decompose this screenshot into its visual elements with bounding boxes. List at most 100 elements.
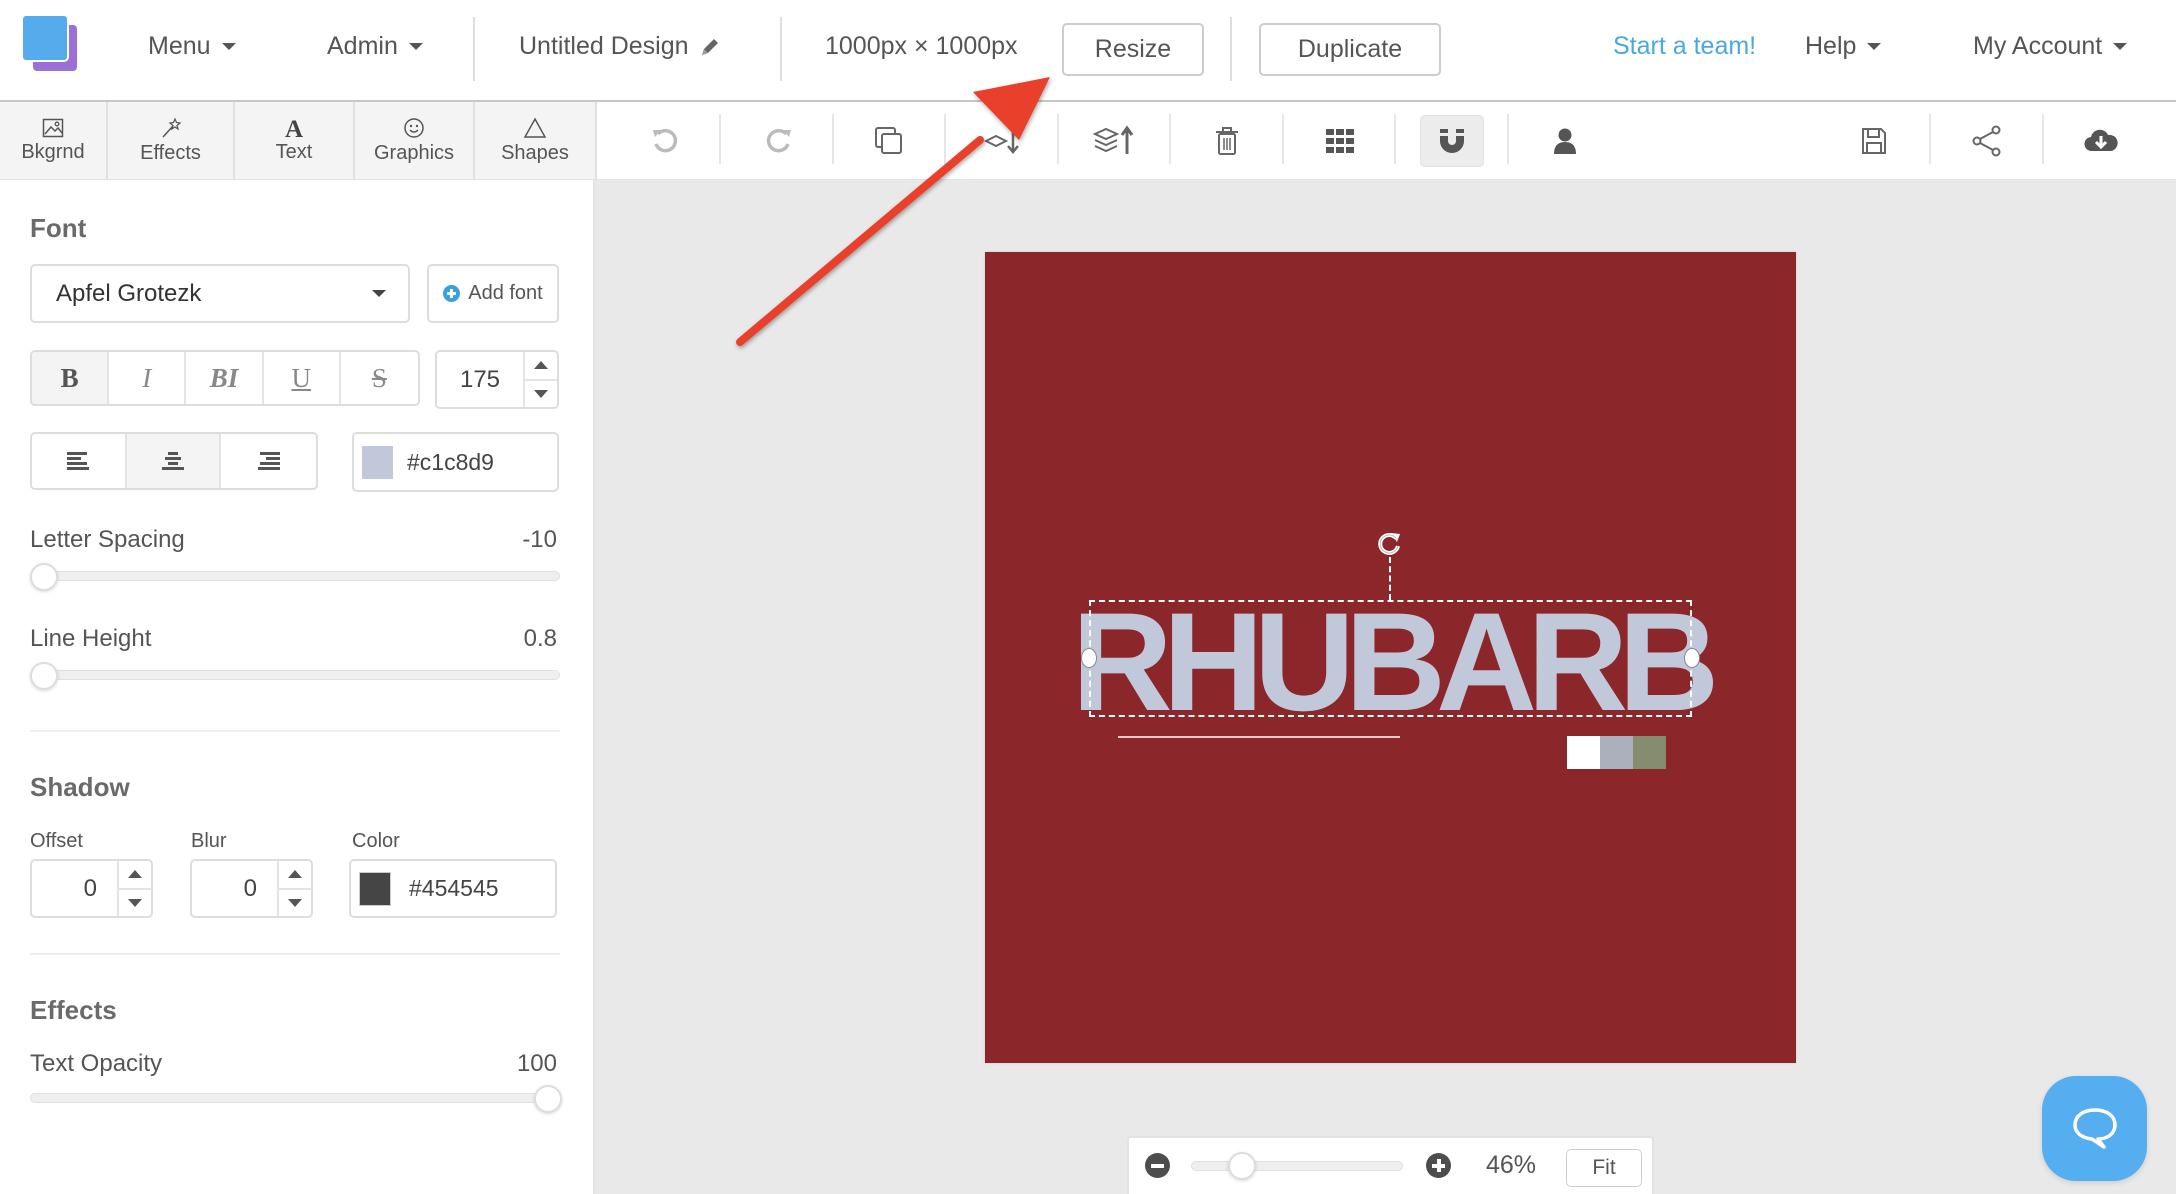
- tab-label: Text: [275, 140, 313, 163]
- triangle-icon: [523, 117, 547, 138]
- text-align-group: [30, 432, 318, 490]
- menu-dropdown[interactable]: Menu: [148, 32, 236, 61]
- toolbar-divider: [1282, 114, 1284, 164]
- text-color-field[interactable]: #c1c8d9: [352, 432, 559, 492]
- add-font-button[interactable]: Add font: [427, 264, 559, 323]
- align-right-button[interactable]: [221, 434, 316, 488]
- rotate-icon: [1378, 532, 1400, 555]
- italic-button[interactable]: I: [109, 352, 187, 404]
- tab-bkgrnd[interactable]: Bkgrnd: [0, 102, 108, 180]
- fit-button[interactable]: Fit: [1566, 1149, 1642, 1187]
- start-team-link[interactable]: Start a team!: [1613, 32, 1756, 61]
- chevron-down-icon: [408, 43, 423, 50]
- increment-button[interactable]: [279, 861, 311, 890]
- letter-spacing-label: Letter Spacing: [30, 526, 185, 553]
- snap-button[interactable]: [1420, 115, 1484, 167]
- line-height-slider[interactable]: [30, 670, 560, 680]
- chevron-down-icon: [221, 43, 236, 50]
- duplicate-button[interactable]: Duplicate: [1259, 23, 1441, 76]
- align-center-button[interactable]: [126, 434, 222, 488]
- text-color-swatch[interactable]: [362, 445, 393, 479]
- header-divider: [1230, 17, 1232, 81]
- font-size-stepper[interactable]: 175: [435, 350, 559, 409]
- decrement-button[interactable]: [119, 890, 151, 917]
- rotate-handle[interactable]: [1376, 530, 1404, 558]
- shadow-offset-stepper[interactable]: 0: [30, 859, 153, 918]
- person-button[interactable]: [1533, 115, 1597, 167]
- undo-button[interactable]: [633, 115, 697, 167]
- download-button[interactable]: [2069, 115, 2133, 167]
- color-label: Color: [352, 830, 400, 852]
- zoom-controls: 46% Fit: [1127, 1136, 1654, 1194]
- line-height-slider-thumb[interactable]: [30, 662, 58, 690]
- underline-button[interactable]: U: [264, 352, 341, 404]
- arrow-down-icon: [288, 898, 302, 907]
- align-left-button[interactable]: [32, 434, 127, 488]
- shadow-offset-value[interactable]: 0: [32, 875, 117, 903]
- share-button[interactable]: [1955, 115, 2019, 167]
- shadow-color-value[interactable]: #454545: [409, 875, 499, 902]
- resize-button[interactable]: Resize: [1062, 23, 1204, 76]
- toolbar-divider: [1929, 114, 1931, 164]
- bring-forward-button[interactable]: [1082, 115, 1146, 167]
- grid-button[interactable]: [1308, 115, 1372, 167]
- decrement-button[interactable]: [279, 890, 311, 917]
- admin-dropdown[interactable]: Admin: [327, 32, 423, 61]
- magic-wand-icon: [161, 117, 181, 138]
- account-dropdown[interactable]: My Account: [1973, 32, 2128, 61]
- header-divider: [473, 17, 475, 81]
- bring-forward-icon: [1092, 125, 1134, 154]
- decrement-button[interactable]: [525, 381, 557, 408]
- text-opacity-slider-thumb[interactable]: [534, 1085, 562, 1113]
- palette-swatch-gray: [1600, 736, 1633, 769]
- resize-handle-left[interactable]: [1081, 648, 1097, 668]
- tab-shapes[interactable]: Shapes: [475, 102, 595, 180]
- zoom-slider[interactable]: [1191, 1161, 1403, 1171]
- zoom-slider-thumb[interactable]: [1228, 1152, 1257, 1180]
- font-section-title: Font: [30, 213, 87, 243]
- shadow-blur-stepper[interactable]: 0: [190, 859, 313, 918]
- tab-text[interactable]: A Text: [235, 102, 355, 180]
- line-height-value: 0.8: [523, 625, 557, 652]
- font-size-value[interactable]: 175: [437, 366, 523, 394]
- chat-widget-button[interactable]: [2042, 1076, 2147, 1181]
- send-backward-button[interactable]: [970, 115, 1034, 167]
- tab-graphics[interactable]: Graphics: [355, 102, 475, 180]
- tab-effects[interactable]: Effects: [108, 102, 235, 180]
- zoom-in-button[interactable]: [1426, 1153, 1451, 1178]
- shadow-color-field[interactable]: #454545: [349, 859, 557, 918]
- bold-italic-button[interactable]: BI: [186, 352, 264, 404]
- letter-spacing-slider-thumb[interactable]: [30, 563, 58, 591]
- design-title[interactable]: Untitled Design: [519, 32, 721, 61]
- toolbar-divider: [1169, 114, 1171, 164]
- magnet-icon: [1440, 129, 1464, 153]
- text-color-value[interactable]: #c1c8d9: [407, 449, 494, 476]
- cloud-download-icon: [2084, 129, 2118, 152]
- strikethrough-button[interactable]: S: [341, 352, 418, 404]
- letter-spacing-slider[interactable]: [30, 571, 560, 581]
- increment-button[interactable]: [525, 352, 557, 381]
- resize-handle-right[interactable]: [1684, 648, 1700, 668]
- shadow-section-title: Shadow: [30, 772, 130, 802]
- arrow-down-icon: [534, 389, 548, 398]
- bold-button[interactable]: B: [32, 352, 110, 404]
- save-button[interactable]: [1842, 115, 1906, 167]
- blur-spinner: [277, 861, 311, 916]
- text-opacity-slider[interactable]: [30, 1093, 560, 1103]
- increment-button[interactable]: [119, 861, 151, 890]
- font-family-select[interactable]: Apfel Grotezk: [30, 264, 410, 323]
- plus-icon-v: [1436, 1159, 1441, 1172]
- zoom-out-button[interactable]: [1145, 1153, 1170, 1178]
- redo-button[interactable]: [747, 115, 811, 167]
- help-dropdown[interactable]: Help: [1805, 32, 1882, 61]
- align-center-icon: [162, 452, 184, 470]
- pencil-icon[interactable]: [699, 36, 721, 58]
- selection-box[interactable]: [1089, 600, 1692, 717]
- delete-button[interactable]: [1195, 115, 1259, 167]
- copy-button[interactable]: [857, 115, 921, 167]
- shadow-blur-value[interactable]: 0: [192, 875, 277, 903]
- shadow-color-swatch[interactable]: [359, 871, 391, 906]
- trash-icon: [1216, 127, 1238, 155]
- design-canvas[interactable]: RHUBARB: [985, 252, 1796, 1063]
- offset-label: Offset: [30, 830, 83, 852]
